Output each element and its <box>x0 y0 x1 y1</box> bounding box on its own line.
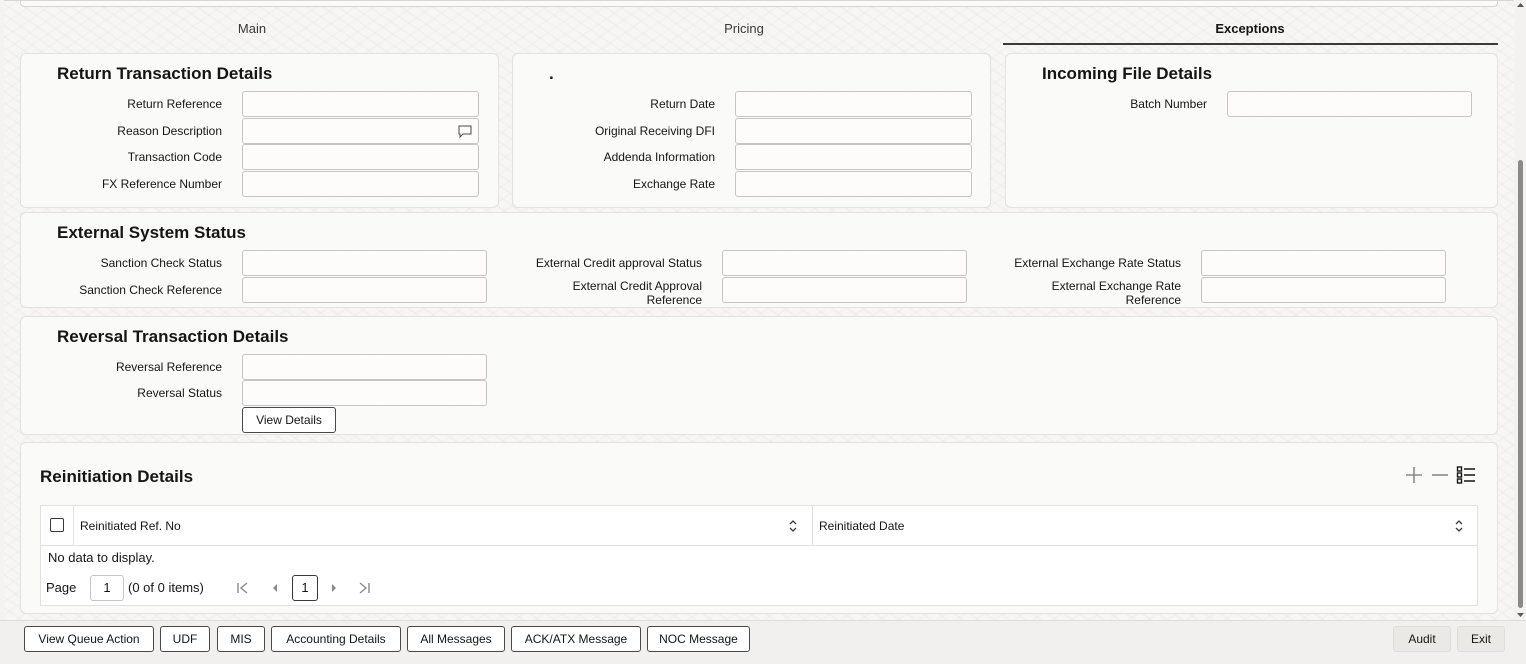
sort-icon[interactable] <box>788 518 798 534</box>
reversal-reference-label: Reversal Reference <box>115 360 222 374</box>
first-page-icon[interactable] <box>236 581 250 595</box>
exit-button[interactable]: Exit <box>1457 626 1505 652</box>
ack-atx-message-button[interactable]: ACK/ATX Message <box>511 626 641 652</box>
reinitiation-title: Reinitiation Details <box>40 467 194 486</box>
sanction-check-reference-field[interactable] <box>242 277 487 303</box>
all-messages-button[interactable]: All Messages <box>407 626 505 652</box>
exceptions-page: Main Pricing Exceptions Return Transacti… <box>4 0 1514 620</box>
addenda-information-field[interactable] <box>735 144 972 170</box>
add-icon[interactable] <box>1404 465 1424 485</box>
return-date-label: Return Date <box>650 97 715 111</box>
reversal-status-field[interactable] <box>242 380 487 406</box>
return-dates-title: . <box>549 64 554 83</box>
remove-icon[interactable] <box>1430 465 1450 485</box>
fx-reference-field[interactable] <box>242 171 479 197</box>
addenda-information-label: Addenda Information <box>603 150 715 164</box>
scrollbar-thumb[interactable] <box>1518 160 1523 608</box>
reversal-transaction-title: Reversal Transaction Details <box>57 327 289 346</box>
next-page-icon[interactable] <box>329 581 339 595</box>
tab-main[interactable]: Main <box>202 21 302 36</box>
external-credit-approval-reference-field[interactable] <box>722 277 967 303</box>
fx-reference-label: FX Reference Number <box>101 177 222 191</box>
comment-icon[interactable] <box>458 125 472 138</box>
transaction-code-label: Transaction Code <box>127 150 222 164</box>
return-transaction-title: Return Transaction Details <box>57 64 273 83</box>
noc-message-button[interactable]: NOC Message <box>647 626 750 652</box>
external-exchange-rate-status-label: External Exchange Rate Status <box>1014 256 1181 270</box>
accounting-details-button[interactable]: Accounting Details <box>271 626 401 652</box>
original-receiving-dfi-field[interactable] <box>735 118 972 144</box>
tab-exceptions[interactable]: Exceptions <box>1200 21 1300 36</box>
scroll-down-icon[interactable] <box>1516 612 1525 618</box>
view-queue-action-button[interactable]: View Queue Action <box>24 626 154 652</box>
page-label: Page <box>46 580 77 595</box>
tab-pricing[interactable]: Pricing <box>694 21 794 36</box>
last-page-icon[interactable] <box>357 581 371 595</box>
reason-description-label: Reason Description <box>117 124 222 138</box>
items-count: (0 of 0 items) <box>128 580 204 595</box>
scroll-up-icon[interactable] <box>1516 2 1525 8</box>
return-date-field[interactable] <box>735 91 972 117</box>
batch-number-label: Batch Number <box>1130 97 1207 111</box>
reinitiation-table: Reinitiated Ref. No Reinitiated Date No … <box>40 505 1478 606</box>
external-system-title: External System Status <box>57 223 246 242</box>
view-details-button[interactable]: View Details <box>242 407 336 433</box>
return-reference-field[interactable] <box>242 91 479 117</box>
column-header-reinitiated-ref[interactable]: Reinitiated Ref. No <box>80 519 181 533</box>
list-icon[interactable] <box>1456 465 1476 485</box>
reversal-status-label: Reversal Status <box>137 386 222 400</box>
column-header-reinitiated-date[interactable]: Reinitiated Date <box>819 519 904 533</box>
select-all-checkbox[interactable] <box>50 518 64 532</box>
header-strip <box>20 1 1498 7</box>
reversal-reference-field[interactable] <box>242 354 487 380</box>
exchange-rate-field[interactable] <box>735 171 972 197</box>
return-reference-label: Return Reference <box>127 97 222 111</box>
external-exchange-rate-reference-field[interactable] <box>1201 277 1446 303</box>
active-tab-indicator <box>1003 43 1498 45</box>
exchange-rate-label: Exchange Rate <box>632 177 715 191</box>
previous-page-icon[interactable] <box>270 581 280 595</box>
external-credit-approval-reference-label: External Credit Approval Reference <box>572 279 702 307</box>
sanction-check-status-label: Sanction Check Status <box>100 256 222 270</box>
table-header: Reinitiated Ref. No Reinitiated Date <box>41 506 1477 546</box>
sort-icon[interactable] <box>1454 518 1464 534</box>
reason-description-field[interactable] <box>242 118 479 144</box>
udf-button[interactable]: UDF <box>160 626 210 652</box>
external-exchange-rate-status-field[interactable] <box>1201 250 1446 276</box>
external-exchange-rate-reference-label: External Exchange Rate Reference <box>1051 279 1181 307</box>
batch-number-field[interactable] <box>1227 91 1472 117</box>
transaction-code-field[interactable] <box>242 144 479 170</box>
sanction-check-status-field[interactable] <box>242 250 487 276</box>
sanction-check-reference-label: Sanction Check Reference <box>79 283 222 297</box>
mis-button[interactable]: MIS <box>217 626 265 652</box>
footer-bar: View Queue Action UDF MIS Accounting Det… <box>0 620 1526 664</box>
incoming-file-title: Incoming File Details <box>1042 64 1213 83</box>
page-number-input[interactable]: 1 <box>90 575 124 601</box>
external-credit-approval-status-label: External Credit approval Status <box>535 256 702 270</box>
external-credit-approval-status-field[interactable] <box>722 250 967 276</box>
original-receiving-dfi-label: Original Receiving DFI <box>594 124 715 138</box>
audit-button[interactable]: Audit <box>1393 626 1451 652</box>
current-page-button[interactable]: 1 <box>292 575 318 601</box>
empty-message: No data to display. <box>48 550 155 565</box>
